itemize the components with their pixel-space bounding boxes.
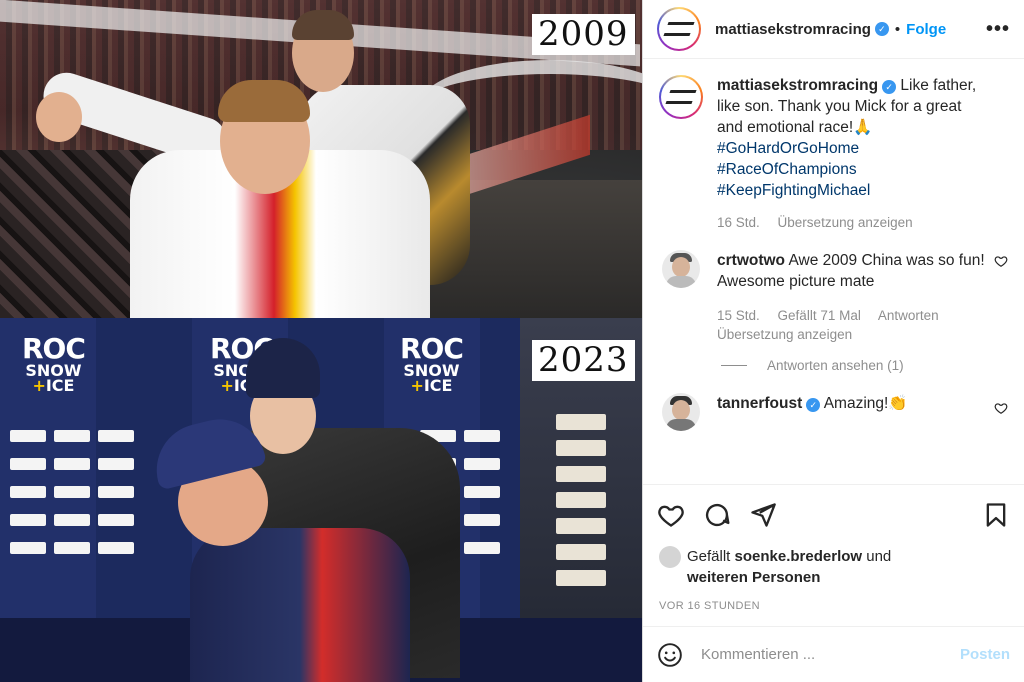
caption: mattiasekstromracing ✓ Like father, like … [659, 75, 1008, 232]
comment-input[interactable] [701, 646, 960, 663]
post-image[interactable]: 2009 ROC SNOW +ICE ROC SNOW +ICE ROC SNO… [0, 0, 642, 682]
share-send-icon[interactable] [749, 501, 777, 529]
separator-dot: • [894, 20, 901, 38]
view-replies-button[interactable]: Antworten ansehen (1) [721, 358, 1008, 373]
more-options-button[interactable]: ••• [986, 18, 1010, 41]
post-comment-button[interactable]: Posten [960, 646, 1010, 663]
comment-like-count[interactable]: Gefällt 71 Mal [778, 308, 861, 323]
hashtag-link[interactable]: #RaceOfChampions [717, 161, 857, 178]
other-likers-link[interactable]: weiteren Personen [687, 569, 820, 586]
profile-avatar[interactable] [657, 7, 701, 51]
like-comment-heart-icon[interactable] [994, 401, 1008, 415]
brand-logo-icon [663, 22, 695, 36]
like-heart-icon[interactable] [657, 501, 685, 529]
comment-username[interactable]: crtwotwo [717, 252, 785, 269]
post-header: mattiasekstromracing ✓ • Folge ••• [643, 0, 1024, 59]
roc-logo: ROC SNOW +ICE [400, 332, 464, 395]
comments-list[interactable]: mattiasekstromracing ✓ Like father, like … [643, 59, 1024, 484]
comment-text-line2: Awesome picture mate [717, 273, 875, 290]
post-date[interactable]: VOR 16 STUNDEN [643, 588, 1024, 626]
translate-link[interactable]: Übersetzung anzeigen [717, 327, 852, 342]
header-username[interactable]: mattiasekstromracing [715, 21, 871, 38]
save-bookmark-icon[interactable] [982, 501, 1010, 529]
hashtag-link[interactable]: #KeepFightingMichael [717, 182, 870, 199]
add-comment-bar: Posten [643, 626, 1024, 682]
commenter-avatar[interactable] [662, 250, 700, 288]
caption-avatar[interactable] [659, 75, 703, 119]
year-label-2009: 2009 [532, 14, 635, 55]
likes-summary: Gefällt soenke.brederlow und weiteren Pe… [643, 544, 1024, 588]
liker-avatar[interactable] [659, 546, 681, 568]
year-label-2023: 2023 [532, 340, 635, 381]
translate-link[interactable]: Übersetzung anzeigen [778, 215, 913, 230]
verified-badge-icon: ✓ [806, 398, 821, 412]
roc-logo: ROC SNOW +ICE [22, 332, 86, 395]
verified-badge-icon: ✓ [882, 80, 897, 94]
comment-username[interactable]: tannerfoust [717, 395, 802, 412]
reply-link[interactable]: Antworten [878, 308, 939, 323]
comment-item: tannerfoust ✓ Amazing!👏 [659, 393, 1008, 431]
comment-time[interactable]: 15 Std. [717, 308, 760, 323]
caption-username[interactable]: mattiasekstromracing [717, 77, 878, 94]
comment-bubble-icon[interactable] [703, 501, 731, 529]
caption-time[interactable]: 16 Std. [717, 215, 760, 230]
commenter-avatar[interactable] [662, 393, 700, 431]
emoji-icon[interactable] [657, 642, 683, 668]
comment-text: Amazing!👏 [823, 395, 908, 412]
follow-button[interactable]: Folge [906, 21, 946, 38]
comment-item: crtwotwo Awe 2009 China was so fun! Awes… [659, 250, 1008, 344]
brand-logo-icon [665, 90, 697, 104]
comment-text: Awe 2009 China was so fun! [788, 252, 985, 269]
post-actions [643, 484, 1024, 544]
hashtag-link[interactable]: #GoHardOrGoHome [717, 140, 859, 157]
liker-username[interactable]: soenke.brederlow [735, 548, 863, 565]
like-comment-heart-icon[interactable] [994, 254, 1008, 268]
post-sidebar: mattiasekstromracing ✓ • Folge ••• matti… [642, 0, 1024, 682]
verified-badge-icon: ✓ [874, 22, 889, 36]
